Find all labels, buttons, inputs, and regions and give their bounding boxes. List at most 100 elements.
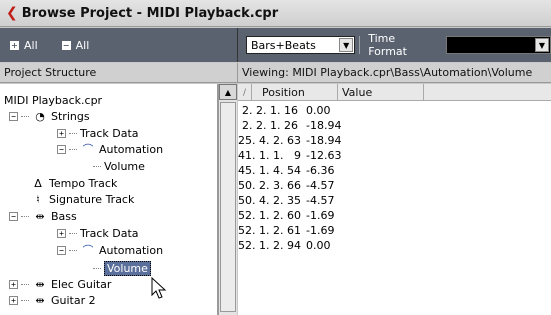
collapse-icon[interactable]: −: [57, 144, 66, 154]
cell-position[interactable]: 52. 1. 2. 94: [238, 239, 302, 252]
collapse-all-button[interactable]: − All: [61, 38, 90, 52]
cell-value[interactable]: -4.57: [302, 194, 334, 207]
tree-connector: [69, 148, 77, 150]
metronome-icon: Δ: [34, 176, 42, 190]
right-toolbar: Bars+Beats ▼ Time Format ▼: [237, 28, 551, 62]
tree-connector: [69, 249, 77, 251]
tree-item-tempo-track[interactable]: Δ Tempo Track: [30, 175, 117, 191]
list-header: / Position Value: [238, 84, 551, 101]
column-header-value[interactable]: Value: [338, 84, 424, 101]
expand-all-button[interactable]: + All: [10, 39, 38, 52]
tree-item-project[interactable]: MIDI Playback.cpr: [4, 92, 102, 108]
table-row[interactable]: 52. 1. 2. 61 -1.69: [238, 223, 551, 238]
tree-item-guitar-2[interactable]: + ⇹ Guitar 2: [9, 292, 96, 308]
tree-item-label: Strings: [51, 109, 90, 123]
table-row[interactable]: 2. 2. 1. 26 -18.94: [238, 118, 551, 133]
time-format-select[interactable]: ▼: [445, 36, 551, 54]
chevron-down-icon[interactable]: ▼: [535, 38, 549, 52]
tree-item-track-data[interactable]: + Track Data: [57, 125, 139, 141]
toolbar-divider: [359, 36, 361, 54]
collapse-icon[interactable]: −: [9, 111, 18, 121]
scroll-up-arrow-icon[interactable]: ▲: [219, 84, 237, 100]
collapse-icon[interactable]: −: [9, 211, 18, 221]
tree-item-label: MIDI Playback.cpr: [4, 93, 103, 107]
expand-icon[interactable]: +: [9, 295, 18, 305]
cell-value[interactable]: -1.69: [302, 224, 334, 237]
chevron-down-icon[interactable]: ▼: [339, 38, 354, 52]
tree-scrollbar[interactable]: ▲: [218, 84, 237, 315]
tree-item-elec-guitar[interactable]: + ⇹ Elec Guitar: [9, 276, 111, 292]
table-row[interactable]: 50. 2. 3. 66 -4.57: [238, 178, 551, 193]
format-select[interactable]: Bars+Beats ▼: [246, 36, 356, 54]
table-row[interactable]: 52. 1. 2. 94 0.00: [238, 238, 551, 253]
format-select-value: Bars+Beats: [251, 38, 316, 52]
table-row[interactable]: 45. 1. 4. 54 -6.36: [238, 163, 551, 178]
title-bar: ❮ Browse Project - MIDI Playback.cpr: [0, 0, 551, 27]
cell-position[interactable]: 52. 1. 2. 60: [238, 209, 302, 222]
cell-value[interactable]: -18.94: [302, 134, 341, 147]
cell-position[interactable]: 2. 2. 1. 16: [238, 104, 302, 117]
tree-item-signature-track[interactable]: ♮ Signature Track: [30, 191, 134, 207]
tree-item-label: Track Data: [80, 126, 139, 140]
tree-connector: [21, 283, 29, 285]
tree-item-volume[interactable]: Volume: [93, 158, 145, 174]
circle-track-icon: ◔: [35, 109, 45, 123]
tree-item-label: Bass: [51, 209, 77, 223]
cell-position[interactable]: 50. 4. 2. 35: [238, 194, 302, 207]
column-header-position[interactable]: Position: [252, 84, 338, 101]
table-row[interactable]: 2. 2. 1. 16 0.00: [238, 103, 551, 118]
cell-position[interactable]: 41. 1. 1. 9: [238, 149, 302, 162]
cell-value[interactable]: 0.00: [302, 239, 331, 252]
tree-connector: [21, 299, 29, 301]
table-row[interactable]: 41. 1. 1. 9 -12.63: [238, 148, 551, 163]
tree-item-strings[interactable]: − ◔ Strings: [9, 108, 90, 124]
table-row[interactable]: 50. 4. 2. 35 -4.57: [238, 193, 551, 208]
cell-position[interactable]: 50. 2. 3. 66: [238, 179, 302, 192]
tree-item-label: Signature Track: [49, 192, 135, 206]
cell-value[interactable]: -6.36: [302, 164, 334, 177]
cell-value[interactable]: -18.94: [302, 119, 341, 132]
cell-position[interactable]: 2. 2. 1. 26: [238, 119, 302, 132]
tree-item-label: Automation: [99, 243, 164, 257]
tree-item-automation[interactable]: − ⌒ Automation: [57, 242, 163, 258]
tree-item-bass[interactable]: − ⇹ Bass: [9, 208, 77, 224]
tree-connector: [69, 232, 77, 234]
midi-track-icon: ⇹: [35, 209, 45, 223]
expand-icon[interactable]: +: [57, 128, 66, 138]
expand-icon[interactable]: +: [9, 279, 18, 289]
tree-item-label: Tempo Track: [49, 176, 118, 190]
signature-icon: ♮: [36, 192, 40, 206]
table-row[interactable]: 25. 4. 2. 63 -18.94: [238, 133, 551, 148]
collapse-icon[interactable]: −: [57, 245, 66, 255]
plus-icon: +: [10, 40, 19, 50]
tree-connector: [69, 132, 77, 134]
window-title: Browse Project - MIDI Playback.cpr: [21, 5, 279, 21]
cell-position[interactable]: 45. 1. 4. 54: [238, 164, 302, 177]
tree-item-automation[interactable]: − ⌒ Automation: [57, 141, 163, 157]
cell-value[interactable]: 0.00: [302, 104, 331, 117]
expand-all-label: All: [24, 38, 38, 52]
cell-value[interactable]: -12.63: [302, 149, 341, 162]
cell-position[interactable]: 52. 1. 2. 61: [238, 224, 302, 237]
column-header-spacer: [424, 84, 551, 101]
midi-track-icon: ⇹: [35, 277, 45, 291]
minus-icon: −: [61, 40, 71, 50]
collapse-all-label: All: [75, 38, 90, 52]
cell-value[interactable]: -4.57: [302, 179, 334, 192]
table-row[interactable]: 52. 1. 2. 60 -1.69: [238, 208, 551, 223]
cell-value[interactable]: -1.69: [302, 209, 334, 222]
scroll-thumb[interactable]: [220, 102, 236, 312]
automation-curve-icon: ⌒: [82, 143, 94, 156]
tree-item-label: Elec Guitar: [51, 277, 112, 291]
project-structure-header: Project Structure: [0, 63, 237, 83]
tree-item-track-data[interactable]: + Track Data: [57, 225, 139, 241]
tree-item-label: Guitar 2: [51, 293, 96, 307]
tree-connector: [21, 115, 29, 117]
automation-curve-icon: ⌒: [82, 244, 94, 257]
back-arrow-icon[interactable]: ❮: [6, 5, 18, 21]
expand-icon[interactable]: +: [57, 228, 66, 238]
tree-connector: [93, 267, 101, 269]
cell-position[interactable]: 25. 4. 2. 63: [238, 134, 302, 147]
mouse-pointer-icon: [151, 277, 167, 299]
tree-item-volume-selected[interactable]: Volume: [93, 260, 151, 276]
